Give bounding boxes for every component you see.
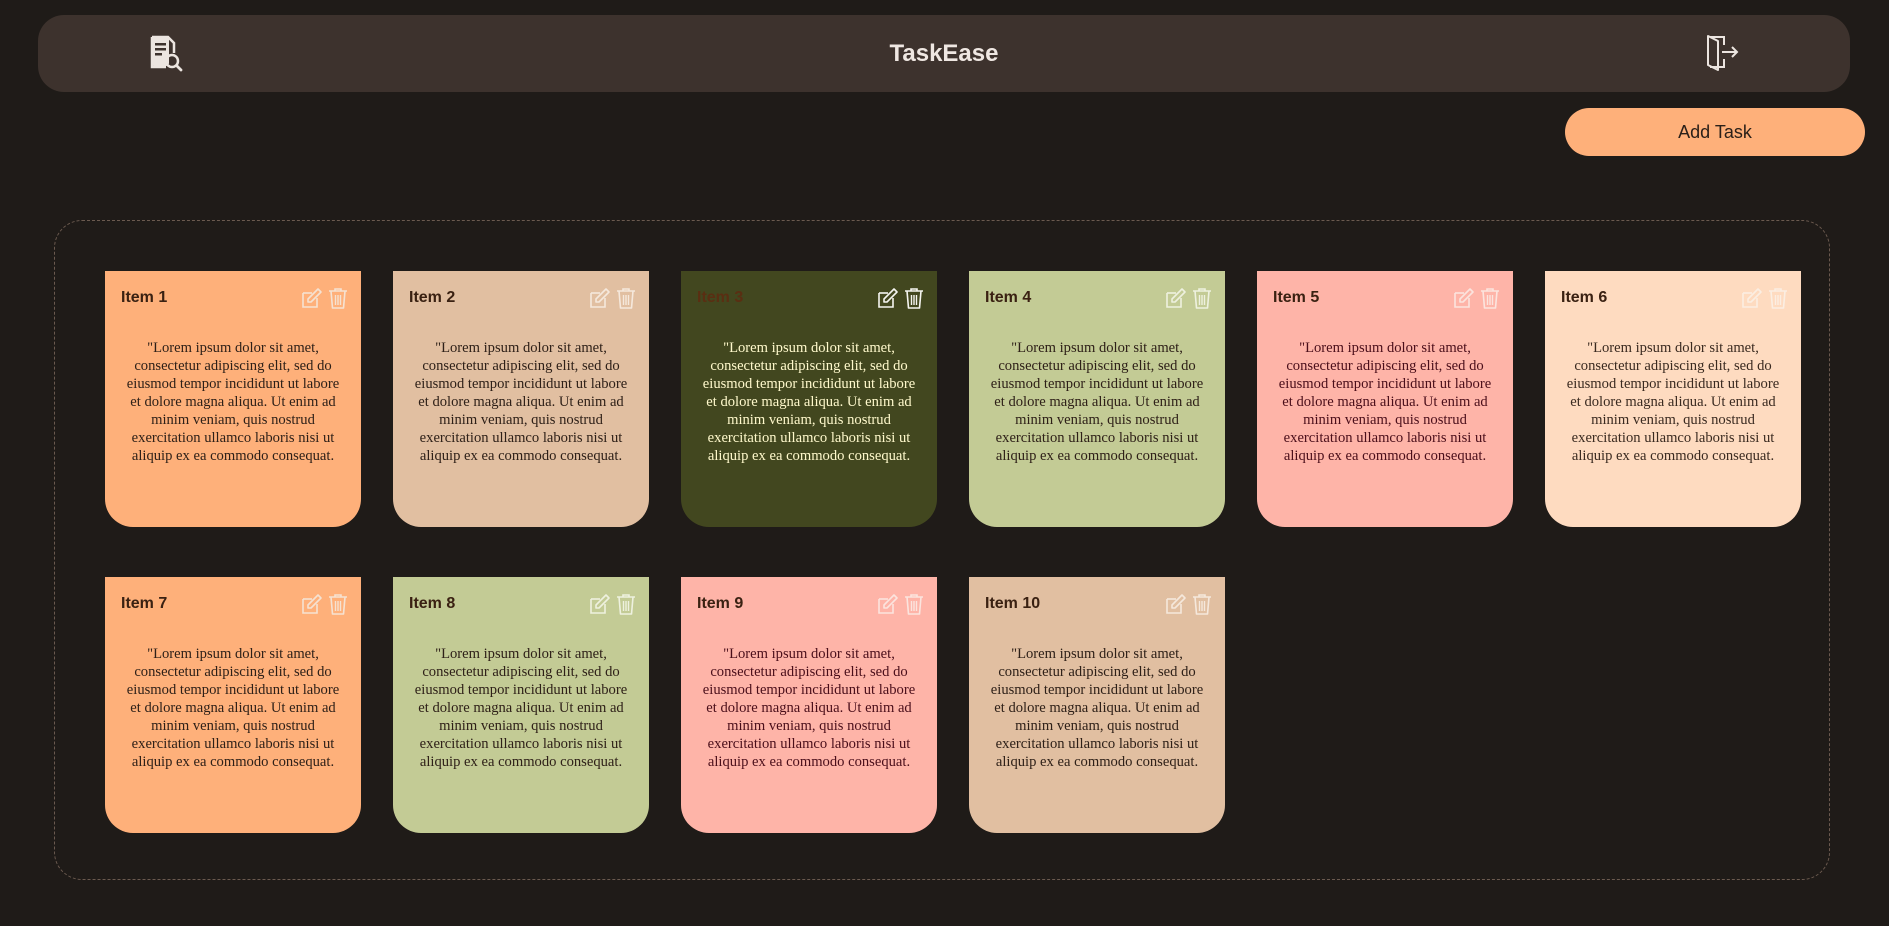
trash-icon[interactable] [1477,284,1503,312]
task-card[interactable]: Item 6 "Lorem ipsum dolor sit amet, conse… [1545,271,1801,527]
task-title: Item 3 [697,289,744,306]
edit-icon[interactable] [1163,590,1189,618]
task-title: Item 9 [697,595,744,612]
task-title: Item 10 [985,595,1041,612]
edit-icon[interactable] [587,590,613,618]
trash-icon[interactable] [1765,284,1791,312]
edit-icon[interactable] [875,590,901,618]
task-description: "Lorem ipsum dolor sit amet, consectetur… [414,340,628,464]
task-actions [587,284,639,312]
task-actions [299,590,351,618]
task-card[interactable]: Item 5 "Lorem ipsum dolor sit amet, conse… [1257,271,1513,527]
edit-icon[interactable] [1739,284,1765,312]
task-description: "Lorem ipsum dolor sit amet, consectetur… [414,646,628,770]
app-title: TaskEase [889,40,999,67]
task-actions [1739,284,1791,312]
task-description: "Lorem ipsum dolor sit amet, consectetur… [126,646,340,770]
task-actions [1163,284,1215,312]
trash-icon[interactable] [1189,590,1215,618]
task-card[interactable]: Item 10 "Lorem ipsum dolor sit amet, cons… [969,577,1225,833]
trash-icon[interactable] [613,590,639,618]
task-board: Item 1 "Lorem ipsum dolor sit amet, conse… [54,220,1830,880]
edit-icon[interactable] [587,284,613,312]
task-title: Item 2 [409,289,456,306]
task-description: "Lorem ipsum dolor sit amet, consectetur… [702,646,916,770]
task-title: Item 6 [1561,289,1608,306]
task-card[interactable]: Item 3 "Lorem ipsum dolor sit amet, conse… [681,271,937,527]
task-description: "Lorem ipsum dolor sit amet, consectetur… [1278,340,1492,464]
task-description: "Lorem ipsum dolor sit amet, consectetur… [990,646,1204,770]
task-actions [1451,284,1503,312]
edit-icon[interactable] [299,590,325,618]
trash-icon[interactable] [1189,284,1215,312]
logout-icon[interactable] [1701,33,1741,73]
task-description: "Lorem ipsum dolor sit amet, consectetur… [702,340,916,464]
edit-icon[interactable] [299,284,325,312]
task-description: "Lorem ipsum dolor sit amet, consectetur… [990,340,1204,464]
task-actions [1163,590,1215,618]
task-card[interactable]: Item 7 "Lorem ipsum dolor sit amet, conse… [105,577,361,833]
task-card[interactable]: Item 1 "Lorem ipsum dolor sit amet, conse… [105,271,361,527]
trash-icon[interactable] [613,284,639,312]
task-description: "Lorem ipsum dolor sit amet, consectetur… [126,340,340,464]
edit-icon[interactable] [1451,284,1477,312]
task-actions [299,284,351,312]
task-actions [587,590,639,618]
app-header: TaskEase [38,15,1850,92]
task-title: Item 1 [121,289,168,306]
trash-icon[interactable] [901,590,927,618]
task-card[interactable]: Item 4 "Lorem ipsum dolor sit amet, conse… [969,271,1225,527]
task-card[interactable]: Item 2 "Lorem ipsum dolor sit amet, conse… [393,271,649,527]
edit-icon[interactable] [1163,284,1189,312]
task-title: Item 8 [409,595,456,612]
task-actions [875,284,927,312]
task-title: Item 4 [985,289,1032,306]
task-title: Item 5 [1273,289,1320,306]
trash-icon[interactable] [325,284,351,312]
trash-icon[interactable] [901,284,927,312]
add-task-button[interactable]: Add Task [1565,108,1865,156]
trash-icon[interactable] [325,590,351,618]
task-card[interactable]: Item 9 "Lorem ipsum dolor sit amet, conse… [681,577,937,833]
task-actions [875,590,927,618]
task-description: "Lorem ipsum dolor sit amet, consectetur… [1566,340,1780,464]
task-card[interactable]: Item 8 "Lorem ipsum dolor sit amet, conse… [393,577,649,833]
edit-icon[interactable] [875,284,901,312]
task-title: Item 7 [121,595,168,612]
task-grid: Item 1 "Lorem ipsum dolor sit amet, conse… [105,271,1825,833]
